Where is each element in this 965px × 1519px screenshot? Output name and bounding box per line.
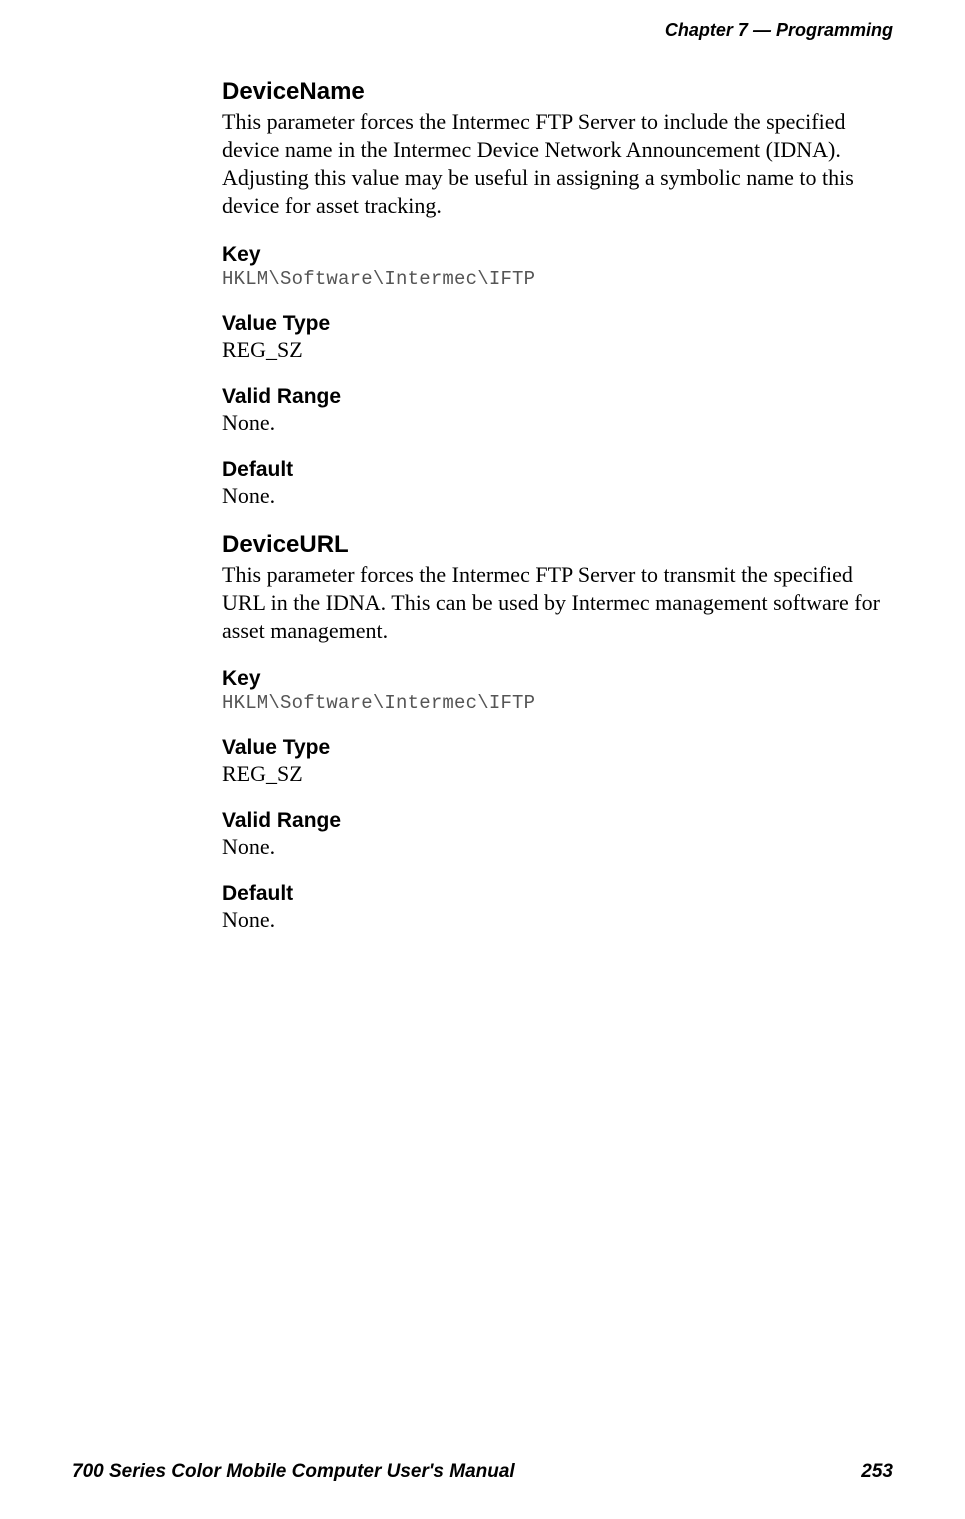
chapter-number: 7: [738, 20, 748, 40]
section-deviceurl: DeviceURL This parameter forces the Inte…: [222, 531, 890, 933]
field-label-valuetype: Value Type: [222, 312, 890, 336]
field-value-default: None.: [222, 907, 890, 933]
field-value-validrange: None.: [222, 410, 890, 436]
field-label-validrange: Valid Range: [222, 385, 890, 409]
field-value-default: None.: [222, 483, 890, 509]
field-label-validrange: Valid Range: [222, 809, 890, 833]
page-header: Chapter 7 — Programming: [665, 20, 893, 41]
field-label-default: Default: [222, 882, 890, 906]
field-label-key: Key: [222, 667, 890, 691]
page-content: DeviceName This parameter forces the Int…: [222, 78, 890, 955]
section-devicename: DeviceName This parameter forces the Int…: [222, 78, 890, 509]
field-value-validrange: None.: [222, 834, 890, 860]
chapter-title: Programming: [776, 20, 893, 40]
manual-title: 700 Series Color Mobile Computer User's …: [72, 1461, 515, 1483]
field-label-default: Default: [222, 458, 890, 482]
field-value-key: HKLM\Software\Intermec\IFTP: [222, 692, 890, 714]
field-label-valuetype: Value Type: [222, 736, 890, 760]
section-description: This parameter forces the Intermec FTP S…: [222, 108, 890, 221]
field-label-key: Key: [222, 243, 890, 267]
field-value-key: HKLM\Software\Intermec\IFTP: [222, 268, 890, 290]
section-title: DeviceName: [222, 78, 890, 106]
field-value-valuetype: REG_SZ: [222, 761, 890, 787]
chapter-label: Chapter: [665, 20, 733, 40]
field-value-valuetype: REG_SZ: [222, 337, 890, 363]
chapter-separator: —: [753, 20, 771, 40]
section-title: DeviceURL: [222, 531, 890, 559]
section-description: This parameter forces the Intermec FTP S…: [222, 561, 890, 645]
page-number: 253: [861, 1461, 893, 1483]
page-footer: 700 Series Color Mobile Computer User's …: [72, 1461, 893, 1483]
